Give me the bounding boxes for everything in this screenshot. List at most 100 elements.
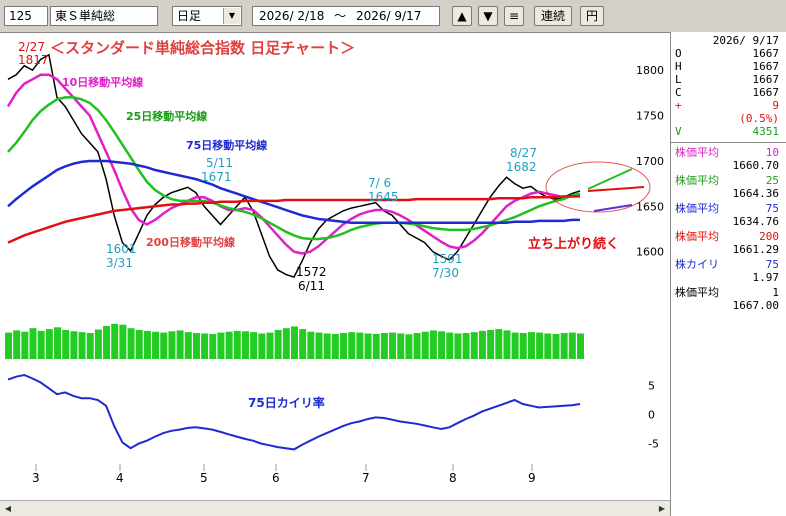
volume-bar (217, 332, 225, 359)
x-tick-label: 9 (528, 471, 536, 485)
price-tick-label: 1700 (636, 155, 664, 168)
yen-button[interactable]: 円 (580, 6, 604, 26)
indicator-period: 10 (765, 146, 779, 159)
annot-5-11-value: 1671 (201, 170, 232, 184)
indicator-value-row: 1667.00 (675, 299, 783, 312)
annot-6-11-date: 6/11 (298, 279, 325, 293)
volume-bar (266, 332, 274, 359)
volume-bar (315, 332, 323, 359)
indicator-row: 株価平均 10 (675, 146, 783, 159)
volume-bar (470, 332, 478, 359)
date-range-field[interactable]: 2026/ 2/18 ～ 2026/ 9/17 (252, 6, 440, 26)
scroll-up-button[interactable]: ▲ (452, 6, 472, 26)
side-close-row: C 1667 (675, 86, 783, 99)
x-tick-label: 5 (200, 471, 208, 485)
continuous-label: 連続 (540, 9, 565, 23)
trend-arrow-red (587, 186, 645, 192)
side-open-value: 1667 (752, 47, 780, 60)
scroll-down-button[interactable]: ▼ (478, 6, 498, 26)
chevron-down-icon[interactable]: ▼ (223, 8, 240, 24)
annot-8-27-value: 1682 (506, 160, 537, 174)
side-date-row: 2026/ 9/17 (675, 34, 783, 47)
period-select[interactable]: 日足 ▼ (172, 6, 242, 26)
side-change-pct: (0.5%) (739, 112, 779, 125)
volume-bar (209, 333, 217, 359)
volume-bar (552, 333, 560, 359)
range-separator: ～ (334, 9, 347, 23)
annot-2-27-value: 1817 (18, 53, 49, 67)
indicator-row: 株価平均 75 (675, 202, 783, 215)
volume-bar (438, 331, 446, 359)
volume-bar (127, 328, 135, 359)
volume-bar (168, 331, 176, 359)
side-low-row: L 1667 (675, 73, 783, 86)
volume-bar (21, 331, 29, 359)
side-low-label: L (675, 73, 682, 86)
volume-bar (5, 332, 12, 359)
side-change-pct-row: (0.5%) (675, 112, 783, 125)
annot-7-6-date: 7/ 6 (368, 176, 391, 190)
volume-bar (462, 333, 470, 359)
indicator-label: 株価平均 (675, 230, 719, 243)
volume-bar (405, 334, 413, 359)
volume-bar (389, 332, 397, 359)
side-close-value: 1667 (752, 86, 780, 99)
toolbar: 125 東Ｓ単純総 日足 ▼ 2026/ 2/18 ～ 2026/ 9/17 ▲ … (0, 0, 786, 32)
indicator-label: 株価平均 (675, 146, 719, 159)
range-start: 2026/ 2/18 (259, 9, 325, 23)
volume-bar (274, 329, 282, 359)
indicator-value-row: 1634.76 (675, 215, 783, 228)
volume-bar (291, 326, 298, 359)
volume-bar (241, 331, 249, 359)
name-value: 東Ｓ単純総 (55, 9, 116, 23)
volume-bar (94, 329, 102, 359)
legend-ma25: 25日移動平均線 (126, 109, 207, 123)
code-field[interactable]: 125 (4, 6, 48, 26)
legend-ma200: 200日移動平均線 (146, 235, 235, 249)
x-tick-label: 8 (449, 471, 457, 485)
legend-ma10: 10日移動平均線 (62, 75, 143, 89)
volume-bar (380, 333, 388, 359)
volume-bar (307, 331, 315, 359)
volume-bar (348, 332, 356, 359)
annot-5-11-date: 5/11 (206, 156, 233, 170)
side-open-label: O (675, 47, 682, 60)
volume-bar (519, 333, 527, 359)
volume-bar (135, 329, 143, 359)
menu-button[interactable]: ≡ (504, 6, 524, 26)
volume-bar (577, 333, 584, 359)
continuous-button[interactable]: 連続 (534, 6, 572, 26)
horizontal-scrollbar[interactable]: ◀ ▶ (0, 500, 670, 516)
volume-bar (421, 331, 429, 359)
name-field[interactable]: 東Ｓ単純総 (50, 6, 158, 26)
kairi-tick-label: 5 (648, 379, 655, 392)
volume-bar (192, 333, 200, 359)
side-volume-row: V 4351 (675, 125, 783, 138)
volume-bar (143, 330, 151, 359)
volume-bar (78, 332, 86, 359)
series-line-1 (6, 73, 580, 255)
price-tick-label: 1750 (636, 110, 664, 123)
volume-bar (13, 330, 21, 359)
scroll-left-icon[interactable]: ◀ (1, 502, 15, 515)
down-arrow-icon: ▼ (483, 9, 493, 23)
annot-7-30-date: 7/30 (432, 266, 459, 280)
side-change-row: +9 (675, 99, 783, 112)
volume-bar (258, 333, 266, 359)
overlays (545, 161, 651, 213)
side-date: 2026/ 9/17 (712, 34, 779, 47)
volume-bar (568, 332, 576, 359)
scroll-right-icon[interactable]: ▶ (655, 502, 669, 515)
indicator-label: 株価平均 (675, 202, 719, 215)
indicator-row: 株価平均 25 (675, 174, 783, 187)
indicator-value-row: 1661.29 (675, 243, 783, 256)
indicator-value-row: 1664.36 (675, 187, 783, 200)
volume-bar (225, 331, 233, 359)
volume-bar (119, 324, 127, 359)
volume-bar (62, 329, 70, 359)
annot-3-31-value: 1601 (106, 242, 137, 256)
volume-bar (176, 330, 184, 359)
series-lines (6, 53, 581, 451)
volume-bar (560, 333, 568, 359)
volume-bar (250, 332, 258, 359)
